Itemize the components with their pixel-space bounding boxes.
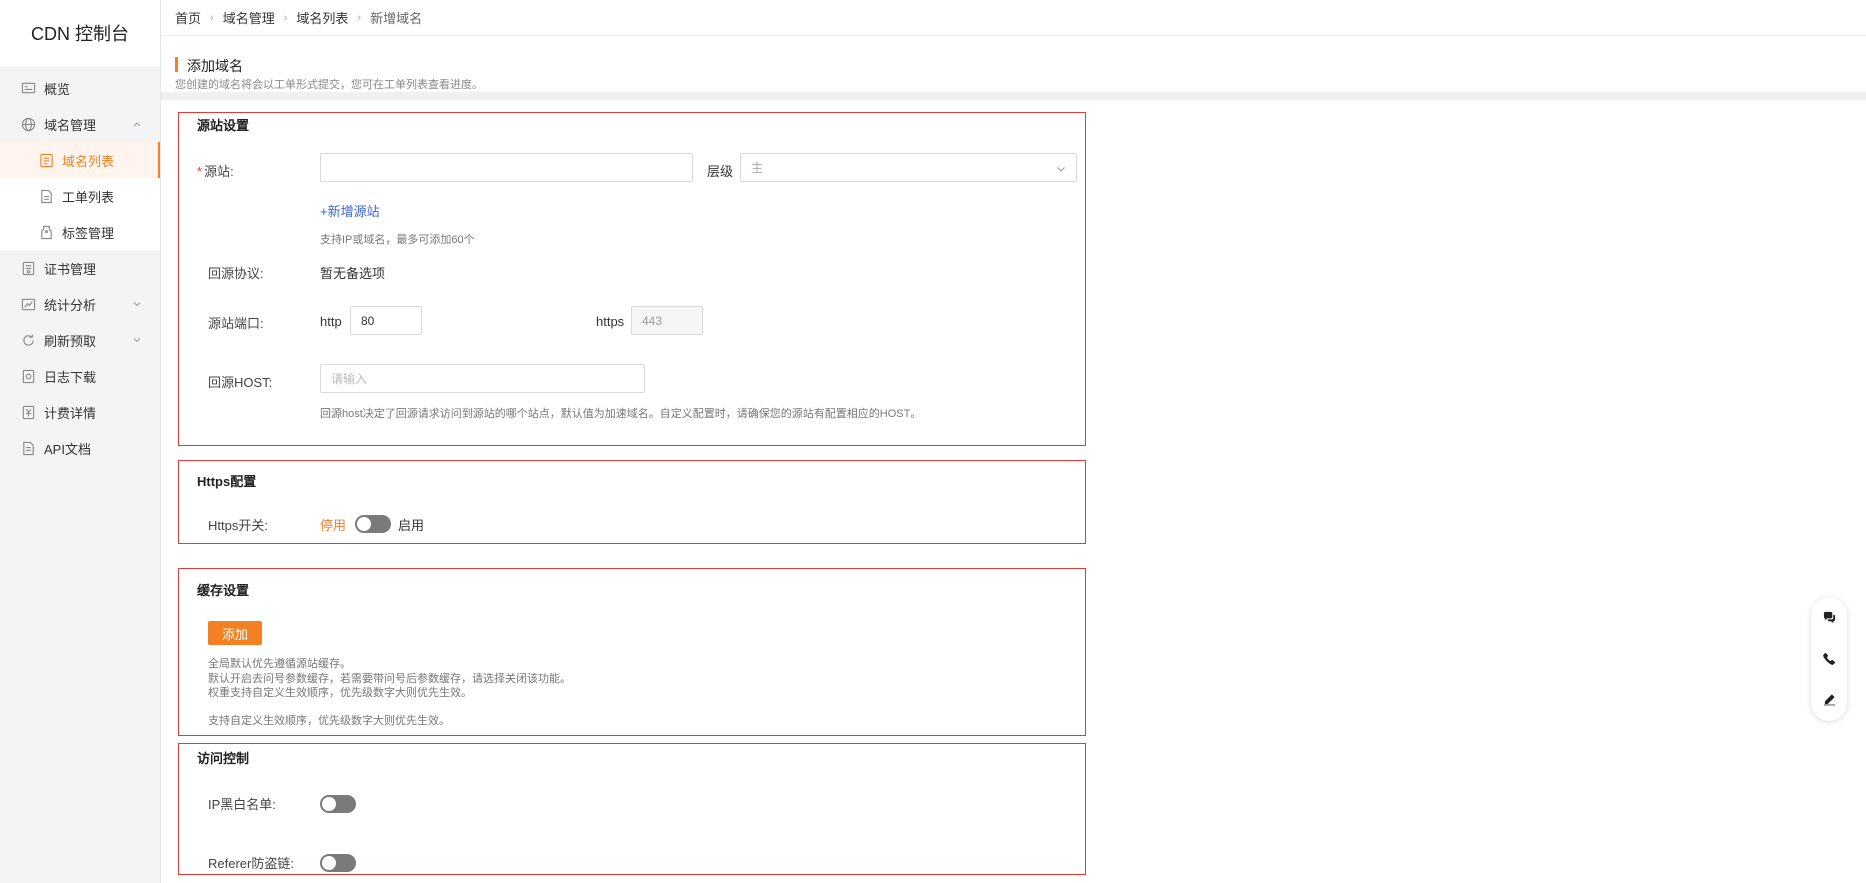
level-select-value: 主 [751,161,764,175]
add-cache-rule-button[interactable]: 添加 [208,621,262,645]
http-label: http [320,314,342,329]
origin-settings-card: 源站设置 * 源站: 层级 主 +新增源站 支持IP或域名，最多可添加60个 回源… [178,112,1086,446]
protocol-label: 回源协议: [208,266,264,281]
breadcrumb-home[interactable]: 首页 [175,8,201,27]
cache-note-extra: 支持自定义生效顺序，优先级数字大则优先生效。 [208,715,450,727]
sidebar-item-label: 计费详情 [44,405,97,421]
sidebar-item-billing[interactable]: 计费详情 [0,394,160,430]
level-select[interactable]: 主 [740,153,1077,182]
https-config-card: Https配置 Https开关: 停用 启用 [178,460,1086,544]
host-hint: 回源host决定了回源请求访问到源站的哪个站点，默认值为加速域名。自定义配置时，… [320,408,922,420]
chevron-right-icon: › [210,11,214,24]
http-port-input[interactable]: 80 [350,306,422,335]
sidebar-item-label: API文档 [44,441,91,457]
sidebar-item-log-download[interactable]: 日志下载 [0,358,160,394]
edit-icon [1823,694,1835,706]
breadcrumb-domain-list[interactable]: 域名列表 [296,8,348,27]
breadcrumb: 首页 › 域名管理 › 域名列表 › 新增域名 [161,0,1866,36]
ticket-icon [38,188,54,204]
sidebar-item-statistics[interactable]: 统计分析 [0,286,160,322]
host-label: 回源HOST: [208,375,273,390]
cache-note: 权重支持自定义生效顺序，优先级数字大则优先生效。 [208,687,472,699]
sidebar-item-label: 统计分析 [44,297,97,313]
chat-icon [1823,611,1835,624]
sidebar-item-certificate[interactable]: 证书管理 [0,250,160,286]
chart-icon [20,296,36,312]
https-label: https [596,314,625,329]
ip-list-toggle[interactable] [320,795,356,813]
cache-note: 全局默认优先遵循源站缓存。 [208,658,351,670]
https-toggle[interactable] [355,515,391,533]
floating-toolbar [1811,597,1847,721]
cache-settings-card: 缓存设置 添加 全局默认优先遵循源站缓存。 默认开启去问号参数缓存，若需要带问号… [178,568,1086,736]
sidebar-item-domain-list[interactable]: 域名列表 [0,142,160,178]
sidebar: CDN 控制台 概览 域名管理 域名列表 工单列表 标签管理 证书管理 统计分析… [0,0,161,883]
document-icon [20,440,36,456]
protocol-value: 暂无备选项 [320,266,386,281]
sidebar-item-label: 概览 [44,81,71,97]
chevron-up-icon [133,122,141,127]
https-off-label: 停用 [320,518,347,533]
page-description: 您创建的域名将会以工单形式提交，您可在工单列表查看进度。 [175,79,483,91]
log-icon [20,368,36,384]
sidebar-item-label: 证书管理 [44,261,97,277]
phone-icon [1822,652,1835,665]
chevron-down-icon [1057,167,1065,172]
referer-toggle[interactable] [320,854,356,872]
port-label: 源站端口: [208,316,264,331]
cache-settings-title: 缓存设置 [197,583,250,598]
sidebar-item-refresh[interactable]: 刷新预取 [0,322,160,358]
sidebar-item-overview[interactable]: 概览 [0,70,160,106]
https-on-label: 启用 [398,518,425,533]
billing-icon [20,404,36,420]
chevron-down-icon [133,302,141,307]
globe-icon [20,116,36,132]
overview-icon [20,80,36,96]
sidebar-item-label: 工单列表 [62,189,115,205]
sidebar-item-label: 域名列表 [62,153,115,169]
edit-button[interactable] [1811,679,1847,720]
origin-hint: 支持IP或域名，最多可添加60个 [320,234,475,246]
sidebar-item-label: 日志下载 [44,369,97,385]
https-config-title: Https配置 [197,474,257,489]
sidebar-item-label: 标签管理 [62,225,115,241]
origin-source-label: * 源站: [197,164,234,179]
origin-source-input[interactable] [320,153,693,182]
host-input[interactable]: 请输入 [320,364,645,393]
chevron-right-icon: › [357,11,362,24]
sidebar-submenu: 域名列表 工单列表 标签管理 [0,142,160,250]
cache-note: 默认开启去问号参数缓存，若需要带问号后参数缓存，请选择关闭该功能。 [208,672,571,685]
add-origin-link[interactable]: +新增源站 [320,201,380,220]
phone-button[interactable] [1811,638,1847,679]
list-icon [38,152,54,168]
certificate-icon [20,260,36,276]
sidebar-item-tag-manage[interactable]: 标签管理 [0,214,160,250]
breadcrumb-current: 新增域名 [370,11,423,26]
page-header: 添加域名 您创建的域名将会以工单形式提交，您可在工单列表查看进度。 [161,36,1866,100]
cache-notes: 全局默认优先遵循源站缓存。 默认开启去问号参数缓存，若需要带问号后参数缓存，请选… [208,657,571,701]
sidebar-item-ticket-list[interactable]: 工单列表 [0,178,160,214]
ip-list-label: IP黑白名单: [208,797,276,812]
required-mark: * [197,164,203,179]
refresh-icon [20,332,36,348]
origin-settings-title: 源站设置 [197,118,250,133]
access-control-title: 访问控制 [197,751,250,766]
access-control-card: 访问控制 IP黑白名单: Referer防盗链: [178,743,1086,875]
chevron-down-icon [133,338,141,343]
main-content: 源站设置 * 源站: 层级 主 +新增源站 支持IP或域名，最多可添加60个 回源… [161,100,1866,883]
level-label: 层级 [707,164,734,179]
sidebar-item-domain[interactable]: 域名管理 [0,106,160,142]
referer-label: Referer防盗链: [208,856,294,871]
sidebar-item-label: 域名管理 [44,117,97,133]
sidebar-item-api-docs[interactable]: API文档 [0,430,160,466]
app-title: CDN 控制台 [0,0,160,66]
page-title: 添加域名 [175,56,243,76]
chat-button[interactable] [1811,597,1847,638]
tag-icon [38,224,54,240]
https-port-input: 443 [631,306,703,335]
breadcrumb-domain-manage[interactable]: 域名管理 [223,8,275,27]
https-switch-label: Https开关: [208,518,268,533]
sidebar-item-label: 刷新预取 [44,333,97,349]
chevron-right-icon: › [283,11,288,24]
